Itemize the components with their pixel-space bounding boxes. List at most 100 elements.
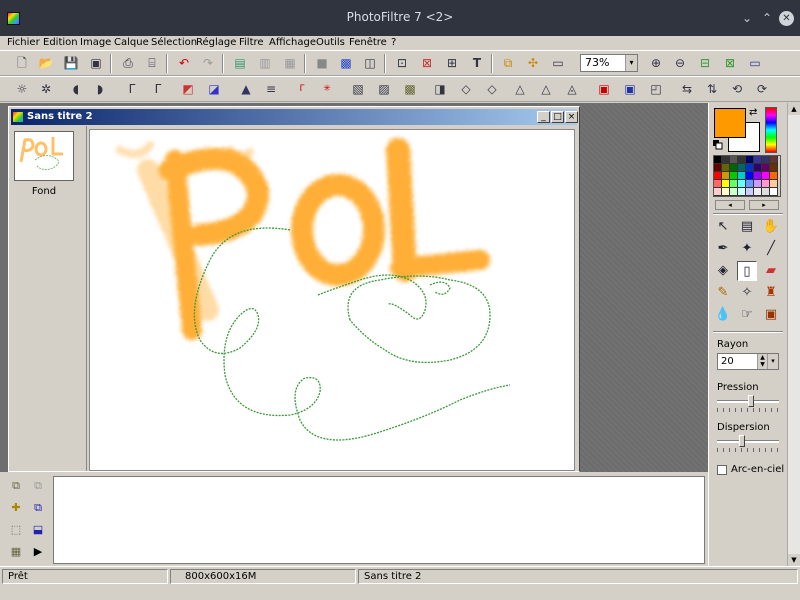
layer-stack-icon[interactable]: ⧉ bbox=[8, 478, 24, 494]
paste-new-icon[interactable]: ▦ bbox=[282, 55, 298, 71]
doc-restore-button[interactable]: □ bbox=[551, 111, 564, 123]
contrast-icon[interactable]: ✲ bbox=[38, 81, 54, 97]
smudge-tool-icon[interactable]: ☞ bbox=[737, 305, 757, 325]
gamma-minus-icon[interactable]: Γ bbox=[124, 81, 140, 97]
line-tool-icon[interactable]: ╱ bbox=[761, 239, 781, 259]
zoom-in-icon[interactable]: ⊕ bbox=[648, 55, 664, 71]
stepper-up-icon[interactable]: ▲ bbox=[758, 354, 767, 361]
slider-thumb[interactable] bbox=[748, 395, 754, 407]
layer-grid-icon[interactable]: ▦ bbox=[8, 544, 24, 560]
hand-tool-icon[interactable]: ✋ bbox=[761, 217, 781, 237]
maximize-button[interactable]: ⌃ bbox=[760, 11, 774, 25]
undo-icon[interactable]: ↶ bbox=[176, 55, 192, 71]
frame-icon[interactable]: ⊞ bbox=[444, 55, 460, 71]
layer-add-icon[interactable]: ✚ bbox=[8, 500, 24, 516]
spray-tool-icon[interactable]: ▯ bbox=[737, 261, 757, 281]
palette-next-button[interactable]: ▸ bbox=[749, 200, 779, 210]
menu-outils[interactable]: Outils bbox=[316, 37, 345, 48]
window-icon[interactable]: ▭ bbox=[550, 55, 566, 71]
rotate-left-icon[interactable]: ⟲ bbox=[729, 81, 745, 97]
layer-copy-icon[interactable]: ⧉ bbox=[30, 500, 46, 516]
new-file-icon[interactable]: 🗋 bbox=[14, 55, 30, 71]
text-tool-icon[interactable]: T bbox=[469, 55, 485, 71]
clone-tool-icon[interactable]: ▣ bbox=[761, 305, 781, 325]
palette-prev-button[interactable]: ◂ bbox=[715, 200, 745, 210]
automation-icon[interactable]: ⊡ bbox=[394, 55, 410, 71]
menu-help[interactable]: ? bbox=[391, 37, 396, 48]
layer-select-icon[interactable]: ⬚ bbox=[8, 522, 24, 538]
slider-thumb[interactable] bbox=[739, 435, 745, 447]
redo-icon[interactable]: ↷ bbox=[200, 55, 216, 71]
brightness-icon[interactable]: ☼ bbox=[14, 81, 30, 97]
transparency-icon[interactable]: ◫ bbox=[362, 55, 378, 71]
close-button[interactable]: ✕ bbox=[779, 11, 794, 26]
radius-stepper[interactable]: ▲ ▼ bbox=[757, 354, 767, 369]
fill-bucket-tool-icon[interactable]: ◈ bbox=[713, 261, 733, 281]
doc-minimize-button[interactable]: _ bbox=[537, 111, 550, 123]
eraser-tool-icon[interactable]: ▰ bbox=[761, 261, 781, 281]
color-palette[interactable] bbox=[713, 155, 781, 197]
scroll-down-icon[interactable]: ▼ bbox=[788, 554, 800, 566]
blur-tool-icon[interactable]: 💧 bbox=[713, 305, 733, 325]
fullscreen-icon[interactable]: ▭ bbox=[747, 55, 763, 71]
menu-fenetre[interactable]: Fenêtre bbox=[349, 37, 387, 48]
menu-selection[interactable]: Sélection bbox=[151, 37, 197, 48]
saturation-plus-icon[interactable]: ◗ bbox=[92, 81, 108, 97]
sharpen-icon[interactable]: ◇ bbox=[484, 81, 500, 97]
stepper-down-icon[interactable]: ▼ bbox=[758, 361, 767, 368]
menu-fichier[interactable]: Fichier bbox=[7, 37, 40, 48]
menu-edition[interactable]: Edition bbox=[43, 37, 78, 48]
levels-icon[interactable]: ▲ bbox=[238, 81, 254, 97]
chevron-down-icon[interactable]: ▾ bbox=[767, 354, 778, 369]
eyedropper-tool-icon[interactable]: ✒ bbox=[713, 239, 733, 259]
minimize-button[interactable]: ⌄ bbox=[740, 11, 754, 25]
flip-horizontal-icon[interactable]: ⇆ bbox=[679, 81, 695, 97]
mosaic-icon[interactable]: ▩ bbox=[338, 55, 354, 71]
zoom-out-icon[interactable]: ⊖ bbox=[672, 55, 688, 71]
batch-icon[interactable]: ⊠ bbox=[419, 55, 435, 71]
sepia-icon[interactable]: ▨ bbox=[376, 81, 392, 97]
grayscale-icon[interactable]: ▧ bbox=[350, 81, 366, 97]
paste-icon[interactable]: ▥ bbox=[257, 55, 273, 71]
auto-levels-icon[interactable]: Γ bbox=[294, 81, 310, 97]
layer-thumbnail[interactable] bbox=[14, 131, 74, 181]
dispersion-slider[interactable] bbox=[717, 435, 779, 447]
soften-icon[interactable]: ◇ bbox=[458, 81, 474, 97]
fill-color-icon[interactable]: ■ bbox=[314, 55, 330, 71]
pointer-tool-icon[interactable]: ↖ bbox=[713, 217, 733, 237]
curves-icon[interactable]: ≡ bbox=[263, 81, 279, 97]
rainbow-checkbox[interactable] bbox=[717, 465, 727, 475]
drop-sharpen-icon[interactable]: △ bbox=[538, 81, 554, 97]
menu-reglage[interactable]: Réglage bbox=[196, 37, 236, 48]
save-icon[interactable]: 💾 bbox=[63, 55, 79, 71]
blur-icon[interactable]: ◨ bbox=[432, 81, 448, 97]
fit-window-icon[interactable]: ⊠ bbox=[722, 55, 738, 71]
flip-vertical-icon[interactable]: ⇅ bbox=[704, 81, 720, 97]
layers-manager-icon[interactable]: ⧉ bbox=[500, 55, 516, 71]
texture-icon[interactable]: ◰ bbox=[648, 81, 664, 97]
zoom-select[interactable]: 73% ▾ bbox=[580, 54, 638, 72]
actual-size-icon[interactable]: ⊟ bbox=[697, 55, 713, 71]
play-icon[interactable]: ▶ bbox=[30, 544, 46, 560]
negative-icon[interactable]: ▩ bbox=[402, 81, 418, 97]
copy-image-icon[interactable]: ▤ bbox=[232, 55, 248, 71]
swap-colors-icon[interactable]: ⇄ bbox=[749, 107, 757, 118]
shadow-effect-icon[interactable]: ▣ bbox=[622, 81, 638, 97]
scroll-up-icon[interactable]: ▲ bbox=[788, 103, 800, 115]
foreground-color-swatch[interactable] bbox=[714, 108, 746, 138]
advanced-brush-tool-icon[interactable]: ✧ bbox=[737, 283, 757, 303]
chevron-down-icon[interactable]: ▾ bbox=[625, 55, 637, 71]
menu-affichage[interactable]: Affichage bbox=[269, 37, 316, 48]
saturation-minus-icon[interactable]: ◖ bbox=[68, 81, 84, 97]
doc-close-button[interactable]: × bbox=[565, 111, 578, 123]
hue-icon[interactable]: ◪ bbox=[206, 81, 222, 97]
layer-stack-disabled-icon[interactable]: ⧉ bbox=[30, 478, 46, 494]
noise-icon[interactable]: ◬ bbox=[564, 81, 580, 97]
drop-blur-icon[interactable]: △ bbox=[512, 81, 528, 97]
drawing-canvas[interactable] bbox=[89, 129, 575, 471]
layer-merge-icon[interactable]: ⬓ bbox=[30, 522, 46, 538]
frame-effect-icon[interactable]: ▣ bbox=[596, 81, 612, 97]
save-as-icon[interactable]: ▣ bbox=[88, 55, 104, 71]
layer-move-tool-icon[interactable]: ▤ bbox=[737, 217, 757, 237]
color-balance-icon[interactable]: ◩ bbox=[180, 81, 196, 97]
